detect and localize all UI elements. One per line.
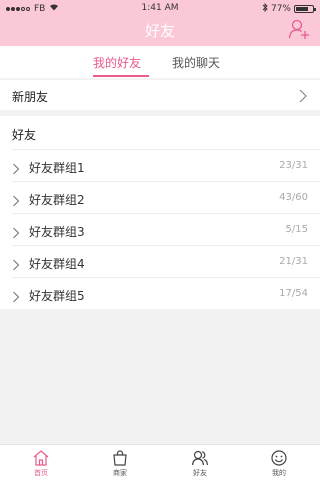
chevron-right-icon: [12, 224, 20, 239]
tab-merchant-label: 商家: [113, 469, 127, 477]
list-item[interactable]: 好友群组1 23/31: [12, 149, 320, 181]
chevron-right-icon: [12, 192, 20, 207]
group-count: 17/54: [279, 288, 308, 299]
tab-friends[interactable]: 好友: [180, 449, 220, 478]
bluetooth-icon: [262, 2, 268, 15]
status-bar: FB 1:41 AM 77%: [0, 0, 320, 16]
tab-switcher: 我的好友 我的聊天: [0, 46, 320, 78]
tab-home[interactable]: 首页: [21, 449, 61, 478]
list-item[interactable]: 好友群组3 5/15: [12, 213, 320, 245]
add-friend-icon[interactable]: [288, 18, 310, 40]
tab-mine[interactable]: 我的: [259, 449, 299, 478]
chevron-right-icon: [12, 160, 20, 175]
friends-section: 好友 好友群组1 23/31 好友群组2 43/60 好友群组3 5/15 好友…: [0, 116, 320, 309]
status-right: 77%: [262, 2, 316, 15]
tab-my-chats[interactable]: 我的聊天: [172, 54, 220, 71]
list-item[interactable]: 好友群组2 43/60: [12, 181, 320, 213]
group-count: 5/15: [285, 224, 308, 235]
list-item[interactable]: 好友群组4 21/31: [12, 245, 320, 277]
group-name: 好友群组4: [29, 257, 85, 271]
group-list: 好友群组1 23/31 好友群组2 43/60 好友群组3 5/15 好友群组4…: [0, 149, 320, 309]
chevron-right-icon: [12, 288, 20, 303]
page-title: 好友: [144, 22, 175, 40]
group-name: 好友群组5: [29, 289, 85, 303]
bottom-tab-bar: 首页 商家 好友 我的: [0, 444, 320, 480]
active-tab-indicator: [93, 75, 149, 77]
friends-section-title: 好友: [12, 128, 37, 142]
battery-percent: 77%: [270, 4, 291, 14]
new-friends-row[interactable]: 新朋友: [0, 80, 320, 110]
group-name: 好友群组2: [29, 193, 85, 207]
tab-mine-label: 我的: [272, 469, 286, 477]
group-count: 43/60: [279, 192, 308, 203]
list-item[interactable]: 好友群组5 17/54: [12, 277, 320, 309]
tab-my-friends[interactable]: 我的好友: [93, 54, 141, 71]
tab-home-label: 首页: [34, 469, 48, 477]
group-name: 好友群组3: [29, 225, 85, 239]
group-count: 23/31: [279, 160, 308, 171]
shopping-bag-icon: [113, 450, 127, 466]
chevron-right-icon: [298, 88, 308, 103]
new-friends-label: 新朋友: [12, 90, 49, 104]
friends-icon: [191, 450, 209, 466]
battery-icon: [294, 5, 316, 13]
top-bar: FB 1:41 AM 77% 好友: [0, 0, 320, 46]
tab-friends-label: 好友: [193, 469, 207, 477]
tab-merchant[interactable]: 商家: [100, 449, 140, 478]
home-icon: [33, 450, 49, 466]
group-count: 21/31: [279, 256, 308, 267]
chevron-right-icon: [12, 256, 20, 271]
smiley-icon: [271, 450, 287, 466]
group-name: 好友群组1: [29, 161, 85, 175]
